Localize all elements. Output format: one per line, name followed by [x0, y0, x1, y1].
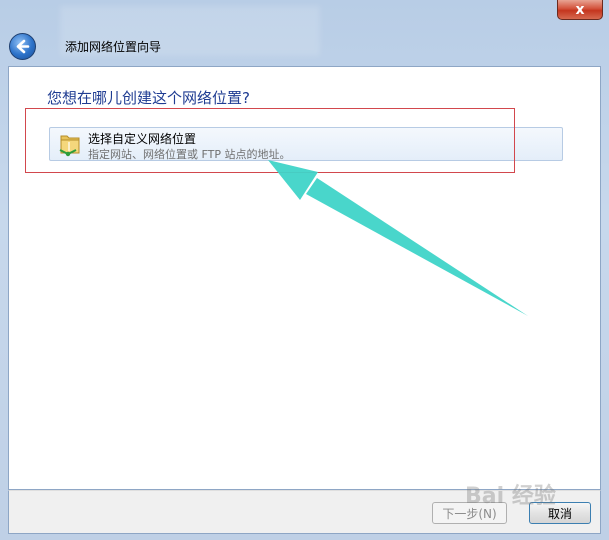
annotation-arrow — [268, 160, 528, 316]
watermark: Bai 经验 — [465, 484, 556, 509]
window-frame: x 添加网络位置向导 您想在哪儿创建这个网络位置? 选择自定义网络位置 指定网站… — [0, 0, 609, 540]
